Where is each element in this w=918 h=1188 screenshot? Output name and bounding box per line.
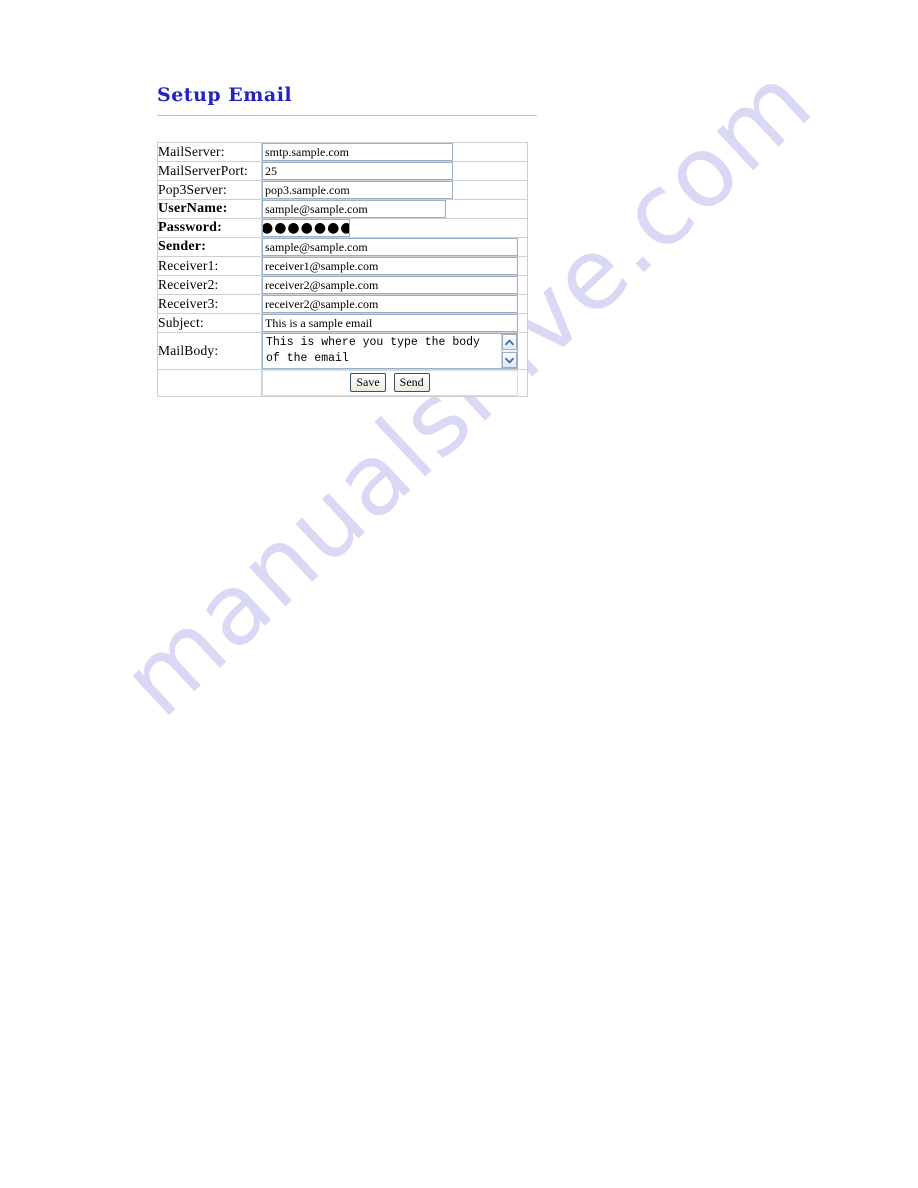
table-row: MailServer: smtp.sample.com [157,142,528,162]
table-row: Password: ●●●●●●●● [157,218,528,238]
sender-input[interactable]: sample@sample.com [262,238,518,256]
label-subject: Subject: [157,313,262,333]
form-table-body: MailServer: smtp.sample.com MailServerPo… [157,142,528,397]
table-row: Receiver1: receiver1@sample.com [157,256,528,276]
username-input[interactable]: sample@sample.com [262,200,446,218]
page-title: Setup Email [157,84,293,106]
label-mailbody: MailBody: [157,332,262,370]
table-row: Pop3Server: pop3.sample.com [157,180,528,200]
table-row: Receiver3: receiver2@sample.com [157,294,528,314]
chevron-down-icon[interactable] [502,352,517,368]
field-cell-pop3server: pop3.sample.com [261,180,528,200]
label-receiver1: Receiver1: [157,256,262,276]
label-mailserverport: MailServerPort: [157,161,262,181]
label-sender: Sender: [157,237,262,257]
send-button[interactable]: Send [393,373,430,392]
field-cell-sender: sample@sample.com [261,237,528,257]
field-cell-subject: This is a sample email [261,313,528,333]
table-row: MailServerPort: 25 [157,161,528,181]
receiver3-input[interactable]: receiver2@sample.com [262,295,518,313]
table-row: Subject: This is a sample email [157,313,528,333]
label-actions-empty [157,369,262,397]
password-input[interactable]: ●●●●●●●● [262,219,350,237]
label-password: Password: [157,218,262,238]
table-row: UserName: sample@sample.com [157,199,528,219]
pop3server-input[interactable]: pop3.sample.com [262,181,453,199]
field-cell-mailserver: smtp.sample.com [261,142,528,162]
receiver1-input[interactable]: receiver1@sample.com [262,257,518,275]
label-username: UserName: [157,199,262,219]
mailbody-text: This is where you type the body of the e… [266,336,487,365]
field-cell-username: sample@sample.com [261,199,528,219]
subject-input[interactable]: This is a sample email [262,314,518,332]
field-cell-actions: Save Send [261,369,528,397]
mailserver-input[interactable]: smtp.sample.com [262,143,453,161]
password-masked-value: ●●●●●●●● [262,220,349,236]
table-row: Save Send [157,369,528,397]
chevron-up-icon[interactable] [502,334,517,350]
field-cell-receiver2: receiver2@sample.com [261,275,528,295]
field-cell-receiver1: receiver1@sample.com [261,256,528,276]
table-row: MailBody: This is where you type the bod… [157,332,528,370]
mailbody-textarea[interactable]: This is where you type the body of the e… [262,333,518,369]
action-buttons-container: Save Send [262,370,518,396]
table-row: Receiver2: receiver2@sample.com [157,275,528,295]
field-cell-password: ●●●●●●●● [261,218,528,238]
save-button[interactable]: Save [350,373,386,392]
email-setup-form-table: MailServer: smtp.sample.com MailServerPo… [157,142,528,397]
label-pop3server: Pop3Server: [157,180,262,200]
title-divider [157,115,537,116]
page-content: Setup Email MailServer: smtp.sample.com … [0,0,918,1188]
label-receiver3: Receiver3: [157,294,262,314]
label-receiver2: Receiver2: [157,275,262,295]
mailserverport-input[interactable]: 25 [262,162,453,180]
field-cell-receiver3: receiver2@sample.com [261,294,528,314]
receiver2-input[interactable]: receiver2@sample.com [262,276,518,294]
table-row: Sender: sample@sample.com [157,237,528,257]
field-cell-mailbody: This is where you type the body of the e… [261,332,528,370]
field-cell-mailserverport: 25 [261,161,528,181]
mailbody-scrollbar[interactable] [501,334,517,368]
label-mailserver: MailServer: [157,142,262,162]
